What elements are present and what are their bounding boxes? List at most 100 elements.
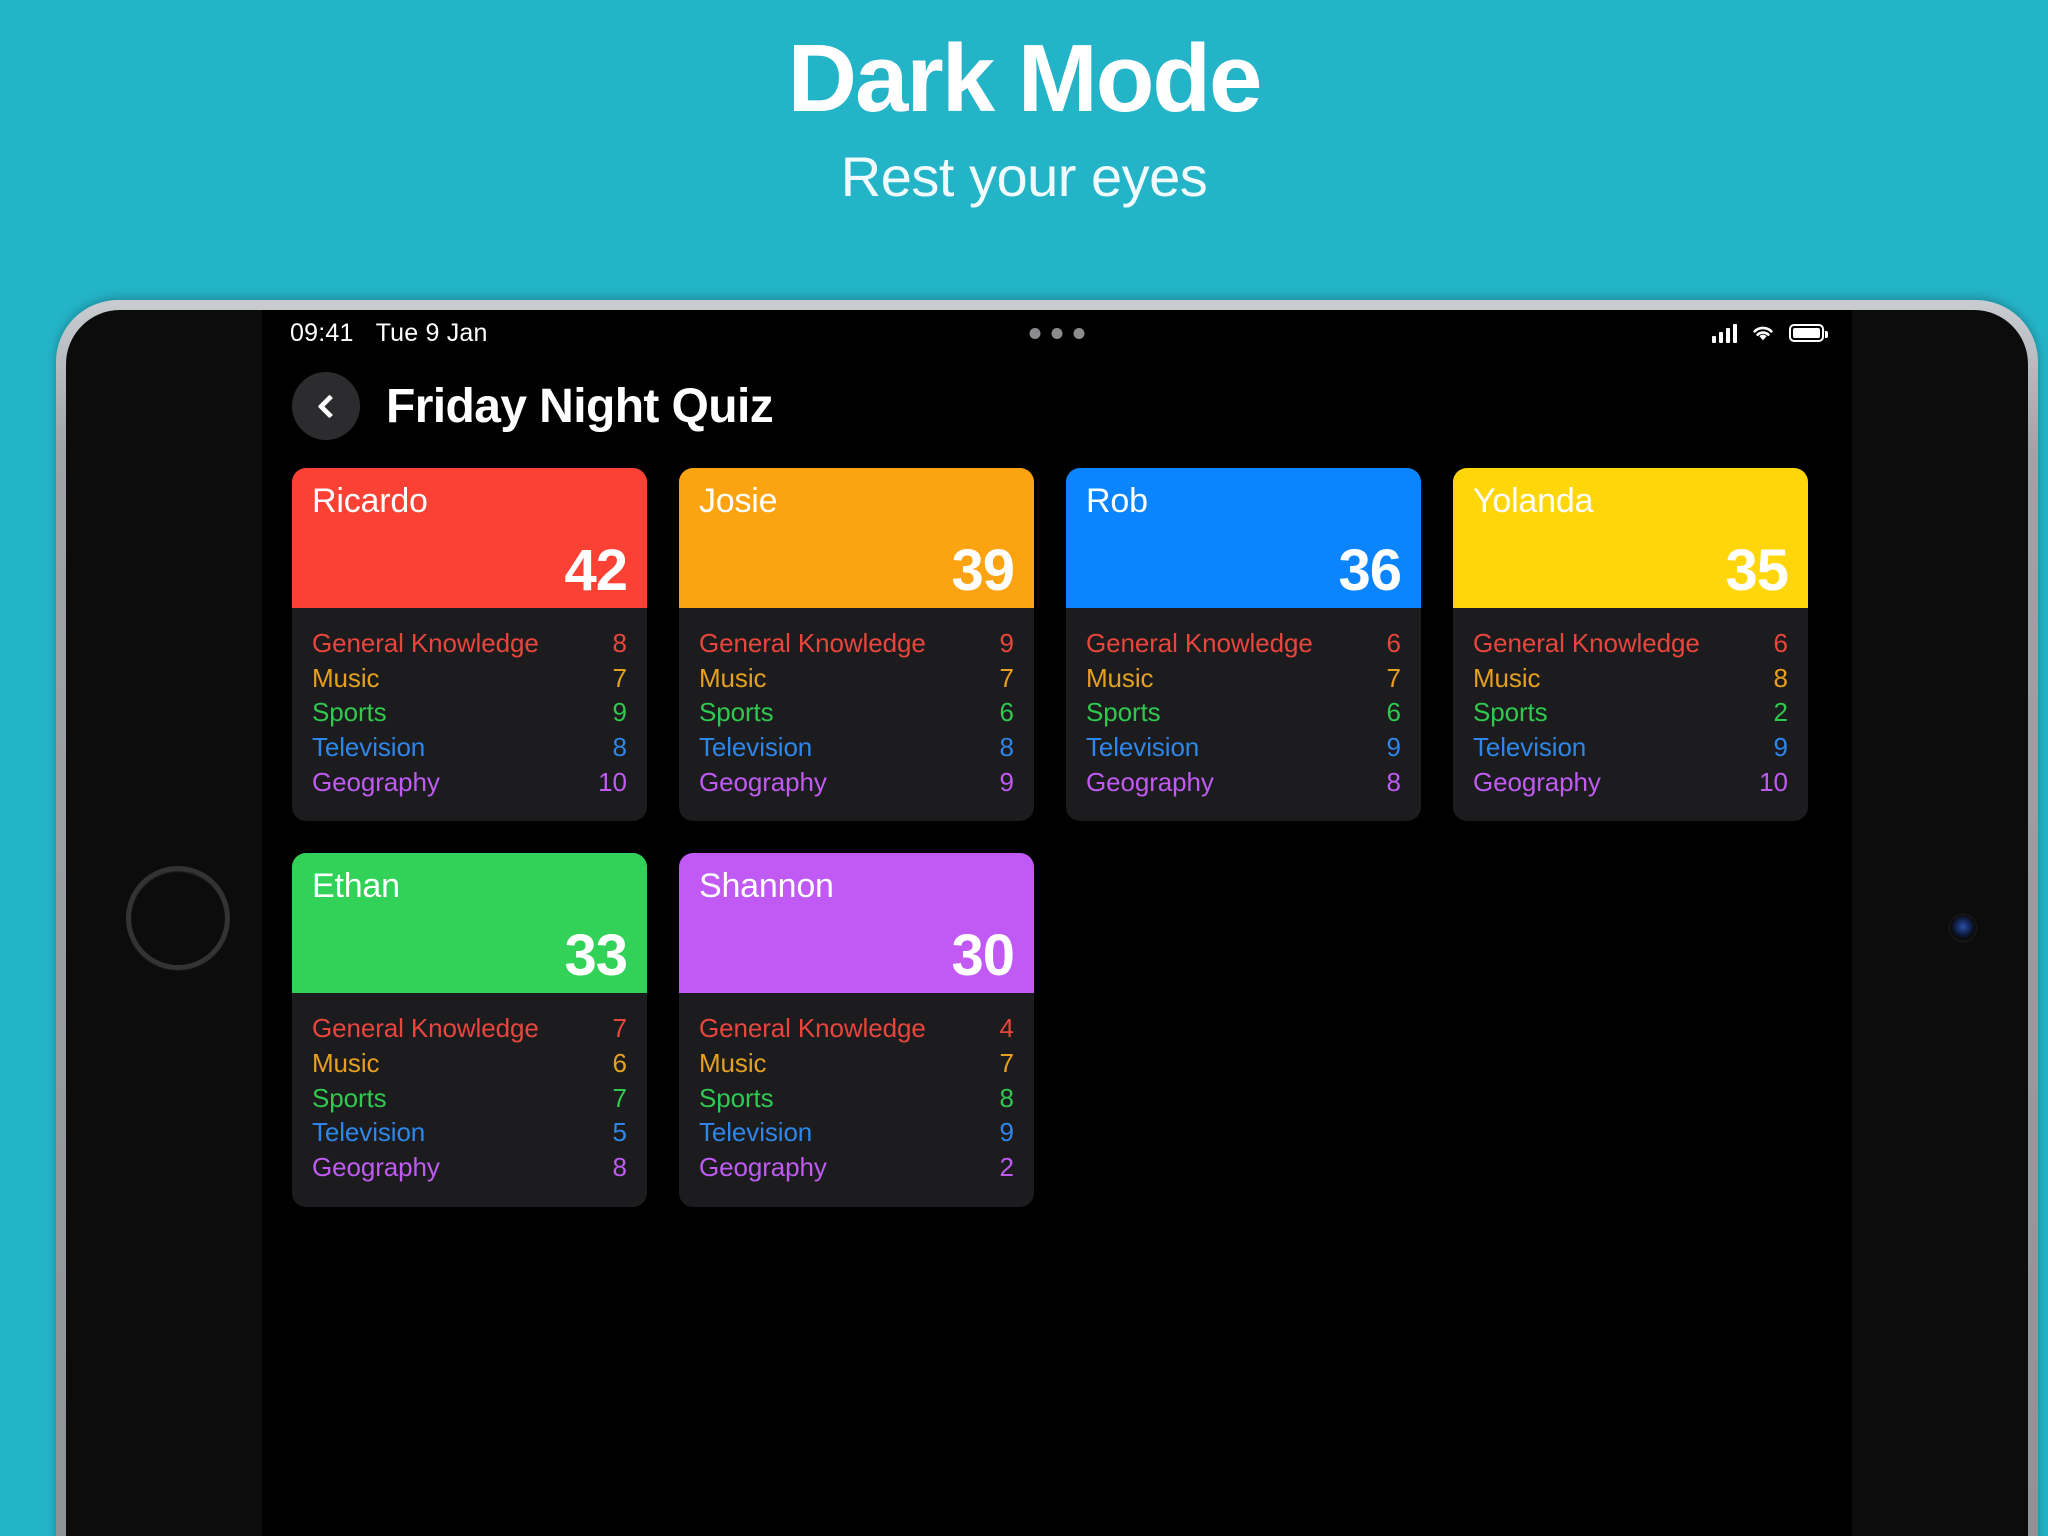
round-row: Geography 10: [312, 765, 627, 800]
round-name: Music: [699, 662, 767, 693]
round-name: General Knowledge: [699, 628, 926, 658]
round-name: Geography: [312, 1152, 440, 1183]
round-row: Music 8: [1473, 661, 1788, 696]
status-bar: 09:41 Tue 9 Jan: [262, 310, 1852, 356]
round-row: Music 6: [312, 1046, 627, 1081]
player-card-header: Shannon 30: [679, 853, 1034, 994]
round-name: Geography: [312, 766, 440, 797]
round-name: Music: [312, 662, 380, 693]
round-name: Music: [312, 1048, 380, 1079]
player-total-score: 36: [1338, 537, 1402, 603]
player-cards-grid: Ricardo 42 General Knowledge 8 Music 7 Sports 9…: [292, 468, 1822, 1207]
player-name: Josie: [699, 482, 778, 520]
round-score: 9: [999, 1117, 1014, 1148]
round-name: Television: [1086, 732, 1200, 763]
player-total-score: 39: [951, 537, 1015, 603]
player-total-score: 33: [564, 923, 628, 989]
round-row: Sports 6: [1086, 695, 1401, 730]
player-total-score: 35: [1725, 537, 1789, 603]
round-row: Sports 9: [312, 695, 627, 730]
app-navbar: Friday Night Quiz: [262, 372, 1852, 440]
wifi-icon: [1753, 326, 1773, 341]
player-card[interactable]: Ricardo 42 General Knowledge 8 Music 7 Sports 9…: [292, 468, 647, 822]
round-score: 8: [612, 1152, 627, 1183]
round-name: Sports: [1473, 697, 1548, 728]
round-score: 7: [612, 662, 627, 693]
round-row: Geography 8: [312, 1150, 627, 1185]
round-name: Geography: [699, 1152, 827, 1183]
round-row: Music 7: [699, 1046, 1014, 1081]
player-card-header: Ricardo 42: [292, 468, 647, 608]
player-card-header: Yolanda 35: [1453, 468, 1808, 608]
round-name: Television: [312, 1117, 426, 1148]
round-score: 8: [1386, 766, 1401, 797]
round-name: Sports: [1086, 697, 1161, 728]
round-row: General Knowledge 6: [1086, 626, 1401, 661]
round-score: 7: [612, 1082, 627, 1113]
tablet-device: 09:41 Tue 9 Jan Friday Night Quiz Ricard…: [56, 300, 2038, 1536]
player-total-score: 42: [564, 537, 628, 603]
round-name: Television: [699, 732, 813, 763]
home-button[interactable]: [126, 866, 230, 970]
round-name: Television: [699, 1117, 813, 1148]
round-name: Music: [1473, 662, 1541, 693]
round-name: General Knowledge: [699, 1013, 926, 1044]
round-score: 7: [999, 662, 1014, 693]
round-score: 10: [598, 766, 627, 797]
round-score: 7: [612, 1013, 627, 1044]
player-name: Shannon: [699, 867, 834, 906]
player-round-list: General Knowledge 6 Music 8 Sports 2 Televisio…: [1453, 608, 1808, 821]
status-time: 09:41: [290, 318, 354, 347]
round-score: 9: [1386, 732, 1401, 763]
round-name: General Knowledge: [312, 628, 539, 658]
round-score: 8: [999, 1082, 1014, 1113]
player-card[interactable]: Ethan 33 General Knowledge 7 Music 6 Sports 7 Te…: [292, 853, 647, 1207]
round-row: General Knowledge 9: [699, 626, 1014, 661]
round-row: General Knowledge 8: [312, 626, 627, 661]
player-card[interactable]: Josie 39 General Knowledge 9 Music 7 Sports 6 Te…: [679, 468, 1034, 822]
round-name: Geography: [1086, 766, 1214, 797]
round-score: 8: [1773, 662, 1788, 693]
promo-subtitle: Rest your eyes: [840, 145, 1208, 209]
page-title: Friday Night Quiz: [386, 379, 774, 433]
player-round-list: General Knowledge 4 Music 7 Sports 8 Televisio…: [679, 993, 1034, 1206]
round-row: Geography 9: [699, 765, 1014, 800]
player-round-list: General Knowledge 7 Music 6 Sports 7 Televisio…: [292, 993, 647, 1206]
round-row: Television 9: [1473, 730, 1788, 765]
player-total-score: 30: [951, 923, 1015, 989]
front-camera-icon: [1950, 915, 1976, 941]
player-round-list: General Knowledge 8 Music 7 Sports 9 Televisio…: [292, 608, 647, 821]
player-name: Ricardo: [312, 482, 428, 520]
round-row: Television 8: [312, 730, 627, 765]
round-score: 6: [1386, 628, 1401, 658]
round-score: 9: [999, 628, 1014, 658]
round-row: Sports 2: [1473, 695, 1788, 730]
round-name: Television: [312, 732, 426, 763]
player-card[interactable]: Rob 36 General Knowledge 6 Music 7 Sports 6 Tele…: [1066, 468, 1421, 822]
round-row: Music 7: [312, 661, 627, 696]
round-score: 2: [999, 1152, 1014, 1183]
player-card-header: Ethan 33: [292, 853, 647, 994]
player-card[interactable]: Yolanda 35 General Knowledge 6 Music 8 Sports 2…: [1453, 468, 1808, 822]
round-score: 8: [612, 628, 627, 658]
multitasking-dots-icon[interactable]: [1029, 327, 1085, 339]
round-score: 6: [1386, 697, 1401, 728]
player-card[interactable]: Shannon 30 General Knowledge 4 Music 7 Sports 8…: [679, 853, 1034, 1207]
player-name: Rob: [1086, 482, 1148, 520]
round-name: Sports: [312, 697, 387, 728]
round-row: Geography 10: [1473, 765, 1788, 800]
round-row: Music 7: [699, 661, 1014, 696]
round-name: Sports: [699, 697, 774, 728]
round-score: 9: [999, 766, 1014, 797]
round-score: 5: [612, 1117, 627, 1148]
player-card-header: Rob 36: [1066, 468, 1421, 608]
round-row: Television 8: [699, 730, 1014, 765]
cellular-signal-icon: [1712, 323, 1737, 343]
round-score: 8: [999, 732, 1014, 763]
back-button[interactable]: [292, 372, 360, 440]
round-row: Music 7: [1086, 661, 1401, 696]
round-row: Television 5: [312, 1115, 627, 1150]
round-score: 2: [1773, 697, 1788, 728]
round-score: 9: [612, 697, 627, 728]
promo-header: Dark Mode Rest your eyes: [0, 0, 2048, 300]
